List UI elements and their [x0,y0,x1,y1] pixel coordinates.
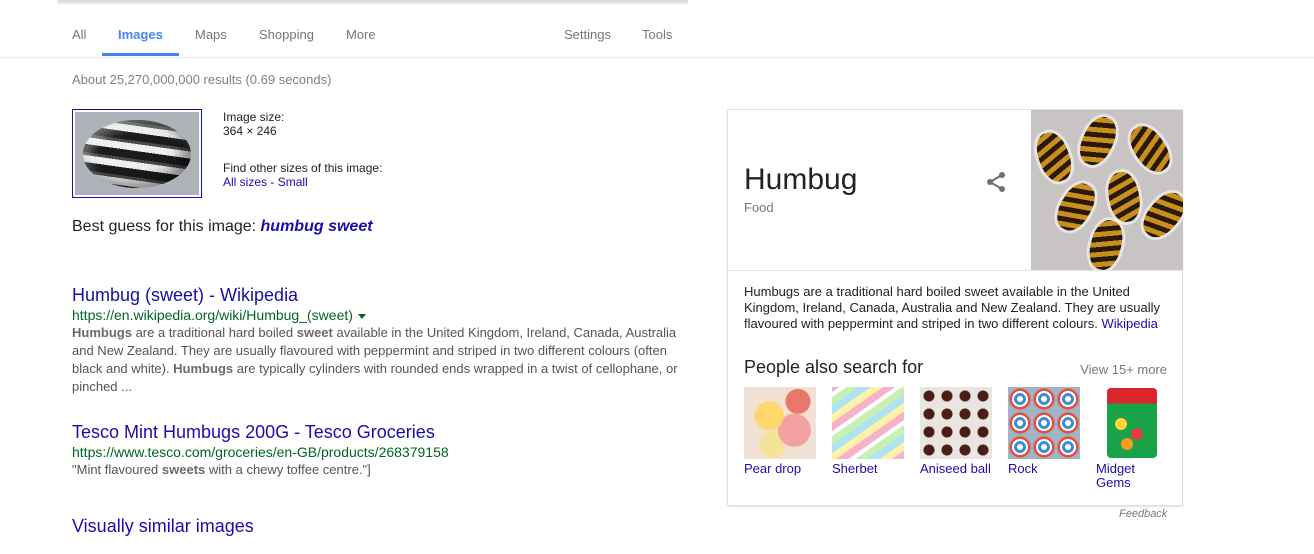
related-item-aniseed-ball[interactable]: Aniseed ball [920,387,994,476]
query-image-thumbnail [75,112,199,195]
midget-gems-image [1096,387,1168,459]
snippet-text: with a chewy toffee centre."] [205,462,371,477]
related-item-midget-gems[interactable]: Midget Gems [1096,387,1170,490]
rock-candy-image [1008,387,1080,459]
people-also-search-title: People also search for [744,357,924,377]
tab-all[interactable]: All [72,27,86,42]
snippet-highlight: sweets [161,462,206,477]
result-url: https://en.wikipedia.org/wiki/Humbug_(sw… [72,307,353,323]
related-item-rock[interactable]: Rock [1008,387,1082,476]
snippet-highlight: Humbugs [72,325,132,340]
panel-description-text: Humbugs are a traditional hard boiled sw… [744,284,1161,331]
result-snippet: "Mint flavoured sweets with a chewy toff… [72,461,682,479]
wikipedia-source-link[interactable]: Wikipedia [1101,316,1157,331]
related-item-label: Aniseed ball [920,461,991,476]
tab-more[interactable]: More [346,27,376,42]
best-guess-label: Best guess for this image: [72,218,261,235]
result-stats: About 25,270,000,000 results (0.69 secon… [72,72,332,87]
snippet-highlight: sweet [296,325,333,340]
image-info: Image size: 364 × 246 Find other sizes o… [223,110,382,189]
aniseed-ball-image [920,387,992,459]
url-dropdown-arrow-icon[interactable] [357,313,366,319]
related-item-label: Rock [1008,461,1038,476]
panel-image[interactable] [1031,110,1183,270]
snippet-text: are a traditional hard boiled [131,325,297,340]
related-item-label: Sherbet [832,461,878,476]
related-item-label: Midget Gems [1096,461,1136,490]
panel-title: Humbug [744,163,858,196]
related-item-sherbet[interactable]: Sherbet [832,387,906,476]
best-guess-link[interactable]: humbug sweet [261,218,373,235]
search-result: Humbug (sweet) - Wikipedia https://en.wi… [72,284,682,396]
share-icon[interactable] [984,170,1008,194]
tools-link[interactable]: Tools [642,27,672,42]
panel-divider [728,270,1182,271]
query-image[interactable] [72,109,202,198]
search-box-edge[interactable] [58,0,688,2]
search-result: Tesco Mint Humbugs 200G - Tesco Grocerie… [72,421,682,479]
result-url-row: https://en.wikipedia.org/wiki/Humbug_(sw… [72,306,682,324]
panel-description: Humbugs are a traditional hard boiled sw… [744,284,1169,332]
result-snippet: Humbugs are a traditional hard boiled sw… [72,324,682,396]
panel-subtitle: Food [744,200,774,215]
snippet-highlight: Humbugs [173,361,234,376]
top-navigation: All Images Maps Shopping More Settings T… [0,0,1314,58]
visually-similar-images-link[interactable]: Visually similar images [72,516,254,537]
related-item-pear-drop[interactable]: Pear drop [744,387,818,476]
best-guess: Best guess for this image: humbug sweet [72,218,373,236]
sizes-separator: - [267,175,278,189]
result-url: https://www.tesco.com/groceries/en-GB/pr… [72,444,449,460]
small-sizes-link[interactable]: Small [278,175,308,189]
humbug-candy-image [83,119,191,188]
pear-drop-image [744,387,816,459]
sherbet-image [832,387,904,459]
other-sizes-label: Find other sizes of this image: [223,161,383,175]
snippet-text: "Mint flavoured [72,462,162,477]
knowledge-panel: Humbug Food Humbugs are a traditional ha… [727,109,1183,506]
result-title[interactable]: Humbug (sweet) - Wikipedia [72,284,682,306]
tab-images[interactable]: Images [118,27,163,42]
settings-link[interactable]: Settings [564,27,611,42]
active-tab-indicator [102,53,179,56]
feedback-link[interactable]: Feedback [1119,508,1167,520]
image-size-label: Image size: [223,110,285,124]
all-sizes-link[interactable]: All sizes [223,175,267,189]
view-more-link[interactable]: View 15+ more [1080,362,1167,377]
related-item-label: Pear drop [744,461,802,476]
tab-maps[interactable]: Maps [195,27,227,42]
image-size-value: 364 × 246 [223,124,277,138]
result-title[interactable]: Tesco Mint Humbugs 200G - Tesco Grocerie… [72,421,682,443]
tab-shopping[interactable]: Shopping [259,27,314,42]
